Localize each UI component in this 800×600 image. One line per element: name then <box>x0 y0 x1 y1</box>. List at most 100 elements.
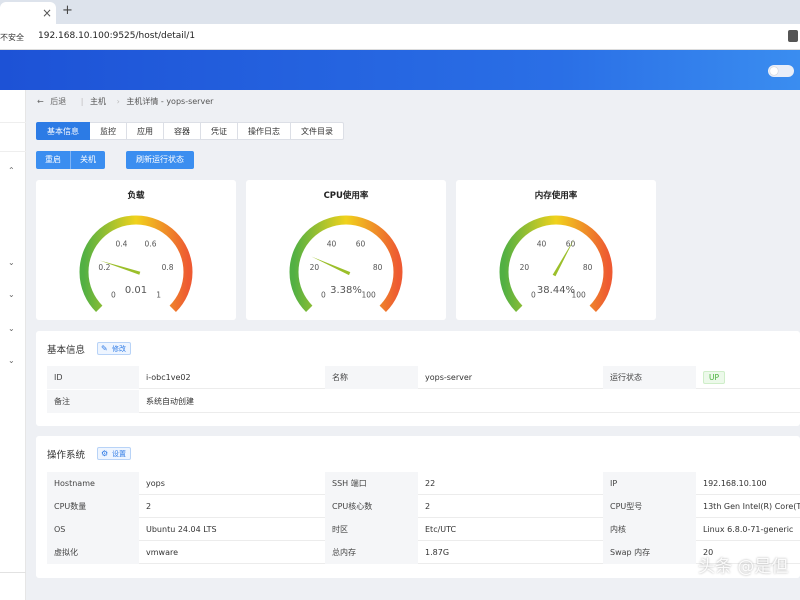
tab-containers[interactable]: 容器 <box>164 122 201 140</box>
sidebar: ⌃ ⌄ ⌄ ⌄ ⌄ <box>0 90 26 600</box>
field-value: 192.168.10.100 <box>703 479 767 488</box>
gauge-value-label: 0.01 <box>125 285 147 296</box>
field-label: CPU数量 <box>47 495 139 518</box>
table-row: 备注 系统自动创建 <box>47 390 800 413</box>
breadcrumb: ← 后退 | 主机 › 主机详情 - yops-server <box>37 96 217 108</box>
gauge-tick-label: 80 <box>583 263 593 272</box>
gauge-tick-label: 1 <box>156 291 161 300</box>
field-label: OS <box>47 518 139 541</box>
sidebar-item-active[interactable] <box>0 122 26 152</box>
field-value: Etc/UTC <box>425 525 457 534</box>
gauge-tick-label: 100 <box>361 291 376 300</box>
breadcrumb-divider: | <box>80 97 84 106</box>
gauge-tick-label: 0.2 <box>98 263 110 272</box>
field-label: 运行状态 <box>603 366 696 389</box>
arrow-left-icon: ← <box>37 97 44 106</box>
gauge-value-label: 38.44% <box>537 285 575 296</box>
field-label: 虚拟化 <box>47 541 139 564</box>
chevron-right-icon: › <box>116 97 120 106</box>
gauge-tick-label: 0.8 <box>162 263 174 272</box>
gauge-tick-label: 60 <box>356 239 366 248</box>
shutdown-button[interactable]: 关机 <box>70 151 105 169</box>
field-label: ID <box>47 366 139 389</box>
field-label: CPU型号 <box>603 495 696 518</box>
gauge-tick-label: 0 <box>531 291 536 300</box>
tab-credentials[interactable]: 凭证 <box>201 122 238 140</box>
watermark: 头条 @是但 <box>698 557 789 577</box>
close-tab-icon[interactable]: × <box>42 6 52 20</box>
status-badge: UP <box>703 371 726 384</box>
status-cell: UP <box>696 366 800 389</box>
browser-tab[interactable]: × <box>0 2 56 24</box>
gauge-needle <box>552 238 575 277</box>
table-row: OS Ubuntu 24.04 LTS 时区 Etc/UTC 内核 Linux … <box>47 518 800 541</box>
extension-icon[interactable] <box>788 30 798 42</box>
memory-gauge: 02040 608010038.44% <box>499 215 613 312</box>
field-value: Ubuntu 24.04 LTS <box>146 525 217 534</box>
field-label: 名称 <box>325 366 418 389</box>
gauge-value-label: 3.38% <box>330 285 362 296</box>
field-label: 总内存 <box>325 541 418 564</box>
tab-basic-info[interactable]: 基本信息 <box>36 122 90 140</box>
app-header <box>0 50 800 90</box>
restart-button[interactable]: 重启 <box>36 151 70 169</box>
address-bar[interactable]: 不安全 192.168.10.100:9525/host/detail/1 <box>0 24 800 50</box>
edit-button[interactable]: ✎ 修改 <box>97 342 131 355</box>
gauge-tick-label: 60 <box>566 239 576 248</box>
chevron-down-icon[interactable]: ⌄ <box>8 356 15 365</box>
field-label: 内核 <box>603 518 696 541</box>
basic-info-panel: 基本信息 ✎ 修改 ID i-obc1ve02 名称 yops-server 运行… <box>36 331 800 426</box>
gauge-tick-label: 40 <box>327 239 337 248</box>
refresh-status-button[interactable]: 刷新运行状态 <box>126 151 194 169</box>
theme-toggle[interactable] <box>768 65 794 77</box>
tab-monitor[interactable]: 监控 <box>90 122 127 140</box>
field-value: 22 <box>425 479 436 488</box>
gauge-tick-label: 0.6 <box>145 239 157 248</box>
memory-gauge-card: 内存使用率 0 20 40 60 80 100 38.44% <box>456 180 656 320</box>
chevron-down-icon[interactable]: ⌄ <box>8 290 15 299</box>
os-panel: 操作系统 ⚙ 设置 Hostname yops SSH 端口 22 IP 192.… <box>36 436 800 578</box>
field-value: 系统自动创建 <box>146 397 194 406</box>
chevron-up-icon[interactable]: ⌃ <box>8 166 15 175</box>
edit-icon: ✎ <box>101 344 108 353</box>
field-value: yops <box>146 479 165 488</box>
settings-button[interactable]: ⚙ 设置 <box>97 447 131 460</box>
insecure-indicator[interactable]: 不安全 <box>0 32 24 43</box>
table-row: ID i-obc1ve02 名称 yops-server 运行状态 UP <box>47 366 800 389</box>
gauge-tick-label: 0.4 <box>116 239 128 248</box>
panel-title: 操作系统 <box>47 450 86 461</box>
tab-file-directory[interactable]: 文件目录 <box>291 122 344 140</box>
field-label: IP <box>603 472 696 495</box>
new-tab-button[interactable]: + <box>62 3 73 18</box>
field-value: Linux 6.8.0-71-generic <box>703 525 794 534</box>
tab-apps[interactable]: 应用 <box>127 122 164 140</box>
cpu-gauge: 0 20 40 60 80 1003.38% <box>289 215 403 312</box>
field-value: 2 <box>425 502 431 511</box>
breadcrumb-item-host[interactable]: 主机 <box>90 97 106 106</box>
gauge-tick-label: 20 <box>520 263 530 272</box>
field-label: Hostname <box>47 472 139 495</box>
breadcrumb-item-detail: 主机详情 - yops-server <box>126 97 214 106</box>
load-gauge: 0 0.2 0.4 0.6 0.8 1 0.01 <box>79 215 193 312</box>
field-label: Swap 内存 <box>603 541 696 564</box>
url-text[interactable]: 192.168.10.100:9525/host/detail/1 <box>38 31 195 41</box>
gauge-tick-label: 40 <box>537 239 547 248</box>
back-link[interactable]: ← 后退 <box>37 97 70 106</box>
sidebar-divider <box>0 572 26 573</box>
chevron-down-icon[interactable]: ⌄ <box>8 258 15 267</box>
tab-operation-log[interactable]: 操作日志 <box>238 122 291 140</box>
field-value: 13th Gen Intel(R) Core(TM <box>703 502 800 511</box>
field-value: yops-server <box>425 373 473 382</box>
load-gauge-card: 负载 0 0.2 0.4 0.6 0.8 1 0.01 <box>36 180 236 320</box>
chevron-down-icon[interactable]: ⌄ <box>8 324 15 333</box>
field-value: 2 <box>146 502 152 511</box>
gear-icon: ⚙ <box>101 449 109 458</box>
detail-tabs: 基本信息 监控 应用 容器 凭证 操作日志 文件目录 <box>36 122 344 140</box>
gauge-tick-label: 20 <box>310 263 320 272</box>
field-label: 备注 <box>47 390 139 413</box>
browser-tabbar: × + <box>0 0 800 24</box>
field-value: vmware <box>146 548 179 557</box>
panel-title: 基本信息 <box>47 345 86 356</box>
gauge-tick-label: 0 <box>321 291 326 300</box>
gauge-tick-label: 80 <box>373 263 383 272</box>
